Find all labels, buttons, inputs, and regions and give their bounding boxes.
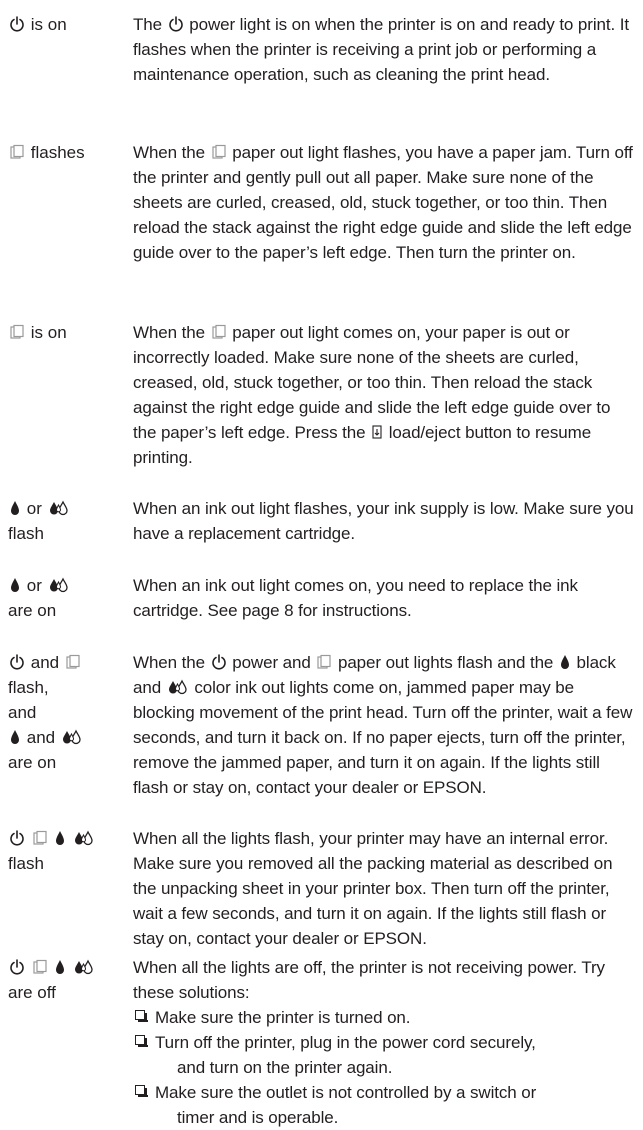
paper-out-icon (211, 144, 227, 160)
power-icon (9, 830, 25, 846)
label-text: flashes (30, 143, 85, 162)
label-text: is on (30, 15, 67, 34)
power-icon (9, 16, 25, 32)
color-ink-icon (73, 830, 95, 846)
load-eject-icon (371, 424, 383, 440)
checkbox-icon (135, 1085, 148, 1097)
label-text: are on (8, 753, 57, 772)
row-label: or are on (8, 573, 120, 623)
row-label: flashes (8, 140, 120, 165)
row-description: When all the lights flash, your printer … (133, 826, 638, 951)
label-text: flash (8, 524, 44, 543)
desc-text: power and (232, 653, 311, 672)
list-item-text: timer and is operable. (177, 1108, 339, 1127)
label-text: and (30, 653, 60, 672)
black-ink-icon (9, 729, 21, 745)
label-text: are on (8, 601, 57, 620)
row-label: is on (8, 12, 120, 37)
row-description: When all the lights are off, the printer… (133, 955, 638, 1130)
color-ink-icon (48, 500, 70, 516)
list-item: Make sure the printer is turned on. (133, 1005, 638, 1030)
label-text: flash (8, 854, 44, 873)
label-text: and (26, 728, 56, 747)
label-text: or (26, 576, 42, 595)
row-description: When an ink out light comes on, you need… (133, 573, 638, 623)
printer-lights-page: is on The power light is on when the pri… (0, 0, 643, 1127)
list-item-text: and turn on the printer again. (177, 1058, 393, 1077)
desc-text: color ink out lights come on, jammed pap… (133, 678, 633, 797)
desc-text: When all the lights flash, your printer … (133, 829, 613, 948)
power-icon (9, 959, 25, 975)
row-description: The power light is on when the printer i… (133, 12, 638, 87)
paper-out-icon (9, 324, 25, 340)
paper-out-icon (9, 144, 25, 160)
power-icon (9, 654, 25, 670)
row-label: is on (8, 320, 120, 345)
row-label: flash (8, 826, 120, 876)
color-ink-icon (61, 729, 83, 745)
solutions-list: Make sure the printer is turned on. Turn… (133, 1005, 638, 1130)
desc-text: When the (133, 323, 205, 342)
desc-text: When an ink out light comes on, you need… (133, 576, 578, 620)
paper-out-icon (65, 654, 81, 670)
paper-out-icon (32, 959, 48, 975)
desc-text: power light is on when the printer is on… (133, 15, 629, 84)
label-text: flash, (8, 678, 49, 697)
desc-text: When all the lights are off, the printer… (133, 958, 605, 1002)
list-item-text: Turn off the printer, plug in the power … (155, 1033, 536, 1052)
desc-text: When the (133, 143, 205, 162)
label-text: or (26, 499, 42, 518)
list-item-text: Make sure the outlet is not controlled b… (155, 1083, 537, 1102)
desc-text: When an ink out light flashes, your ink … (133, 499, 634, 543)
label-text: is on (30, 323, 67, 342)
black-ink-icon (559, 654, 571, 670)
desc-text: paper out light flashes, you have a pape… (133, 143, 633, 262)
desc-text: The (133, 15, 162, 34)
checkbox-icon (135, 1035, 148, 1047)
checkbox-icon (135, 1010, 148, 1022)
row-label: are off (8, 955, 120, 1005)
desc-text: When the (133, 653, 205, 672)
desc-text: paper out lights flash and the (337, 653, 554, 672)
paper-out-icon (316, 654, 332, 670)
black-ink-icon (9, 500, 21, 516)
color-ink-icon (167, 679, 189, 695)
power-icon (211, 654, 227, 670)
list-item: Make sure the outlet is not controlled b… (133, 1080, 638, 1130)
list-item: Turn off the printer, plug in the power … (133, 1030, 638, 1080)
list-item-text: Make sure the printer is turned on. (155, 1008, 411, 1027)
label-text: and (8, 703, 37, 722)
paper-out-icon (32, 830, 48, 846)
row-description: When an ink out light flashes, your ink … (133, 496, 638, 546)
black-ink-icon (54, 830, 66, 846)
power-icon (168, 16, 184, 32)
row-label: or flash (8, 496, 120, 546)
row-description: When the paper out light flashes, you ha… (133, 140, 638, 265)
black-ink-icon (9, 577, 21, 593)
black-ink-icon (54, 959, 66, 975)
row-description: When the paper out light comes on, your … (133, 320, 638, 470)
color-ink-icon (48, 577, 70, 593)
row-description: When the power and paper out lights flas… (133, 650, 638, 800)
label-text: are off (8, 983, 56, 1002)
paper-out-icon (211, 324, 227, 340)
color-ink-icon (73, 959, 95, 975)
row-label: and flash, and and are on (8, 650, 120, 775)
